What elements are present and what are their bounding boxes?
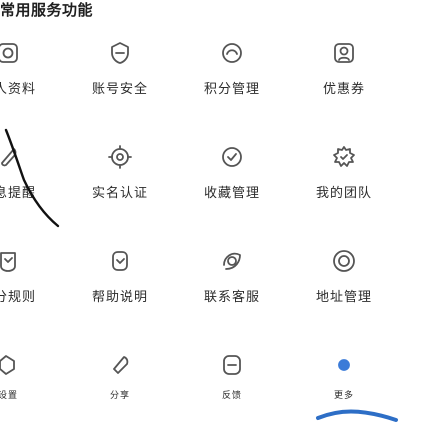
grid-item-share[interactable]: 分享 [64, 346, 176, 438]
grid-item-label: 收藏管理 [203, 186, 260, 201]
coupon-icon [329, 38, 359, 68]
grid-item-profile[interactable]: 个人资料 [0, 34, 64, 126]
shield-icon [105, 38, 135, 68]
grid-item-favorite-management[interactable]: 收藏管理 [176, 138, 288, 230]
settings-icon [0, 350, 23, 380]
grid-item-label: 积分规则 [0, 290, 36, 305]
grid-item-label: 联系客服 [203, 290, 260, 305]
grid-item-points-rules[interactable]: 积分规则 [0, 242, 64, 334]
grid-item-help[interactable]: 帮助说明 [64, 242, 176, 334]
team-icon [329, 142, 359, 172]
grid-item-label: 反馈 [221, 391, 242, 401]
grid-item-label: 更多 [333, 391, 354, 401]
grid-item-label: 实名认证 [91, 186, 148, 201]
grid-item-label: 优惠券 [322, 82, 365, 97]
grid-item-real-name-auth[interactable]: 实名认证 [64, 138, 176, 230]
photo-icon [0, 38, 23, 68]
rules-icon [0, 246, 23, 276]
more-icon [329, 350, 359, 380]
grid-item-coupon[interactable]: 优惠券 [288, 34, 400, 126]
grid-item-feedback[interactable]: 反馈 [176, 346, 288, 438]
grid-item-label: 分享 [109, 391, 130, 401]
grid-item-label: 个人资料 [0, 82, 36, 97]
grid-item-contact-service[interactable]: 联系客服 [176, 242, 288, 334]
feedback-icon [217, 350, 247, 380]
verify-icon [105, 142, 135, 172]
grid-item-label: 消息提醒 [0, 186, 36, 201]
grid-item-address-management[interactable]: 地址管理 [288, 242, 400, 334]
grid-item-account-security[interactable]: 账号安全 [64, 34, 176, 126]
share-icon [105, 350, 135, 380]
grid-item-label: 账号安全 [91, 82, 148, 97]
service-menu-page: 常用服务功能 个人资料 账号安全 积分管理 优惠券 [0, 0, 448, 448]
grid-item-label: 地址管理 [315, 290, 372, 305]
favorite-icon [217, 142, 247, 172]
grid-item-label: 我的团队 [315, 186, 372, 201]
grid-item-label: 积分管理 [203, 82, 260, 97]
grid-item-my-team[interactable]: 我的团队 [288, 138, 400, 230]
section-title: 常用服务功能 [0, 1, 94, 19]
location-icon [329, 246, 359, 276]
grid-item-points-management[interactable]: 积分管理 [176, 34, 288, 126]
grid-item-settings[interactable]: 设置 [0, 346, 64, 438]
grid-item-label: 帮助说明 [91, 290, 148, 305]
bell-icon [0, 142, 23, 172]
help-icon [105, 246, 135, 276]
points-icon [217, 38, 247, 68]
service-grid: 个人资料 账号安全 积分管理 优惠券 消息提醒 [0, 34, 448, 448]
grid-item-message-reminder[interactable]: 消息提醒 [0, 138, 64, 230]
service-icon [217, 246, 247, 276]
grid-item-label: 设置 [0, 391, 18, 401]
grid-item-more[interactable]: 更多 [288, 346, 400, 438]
